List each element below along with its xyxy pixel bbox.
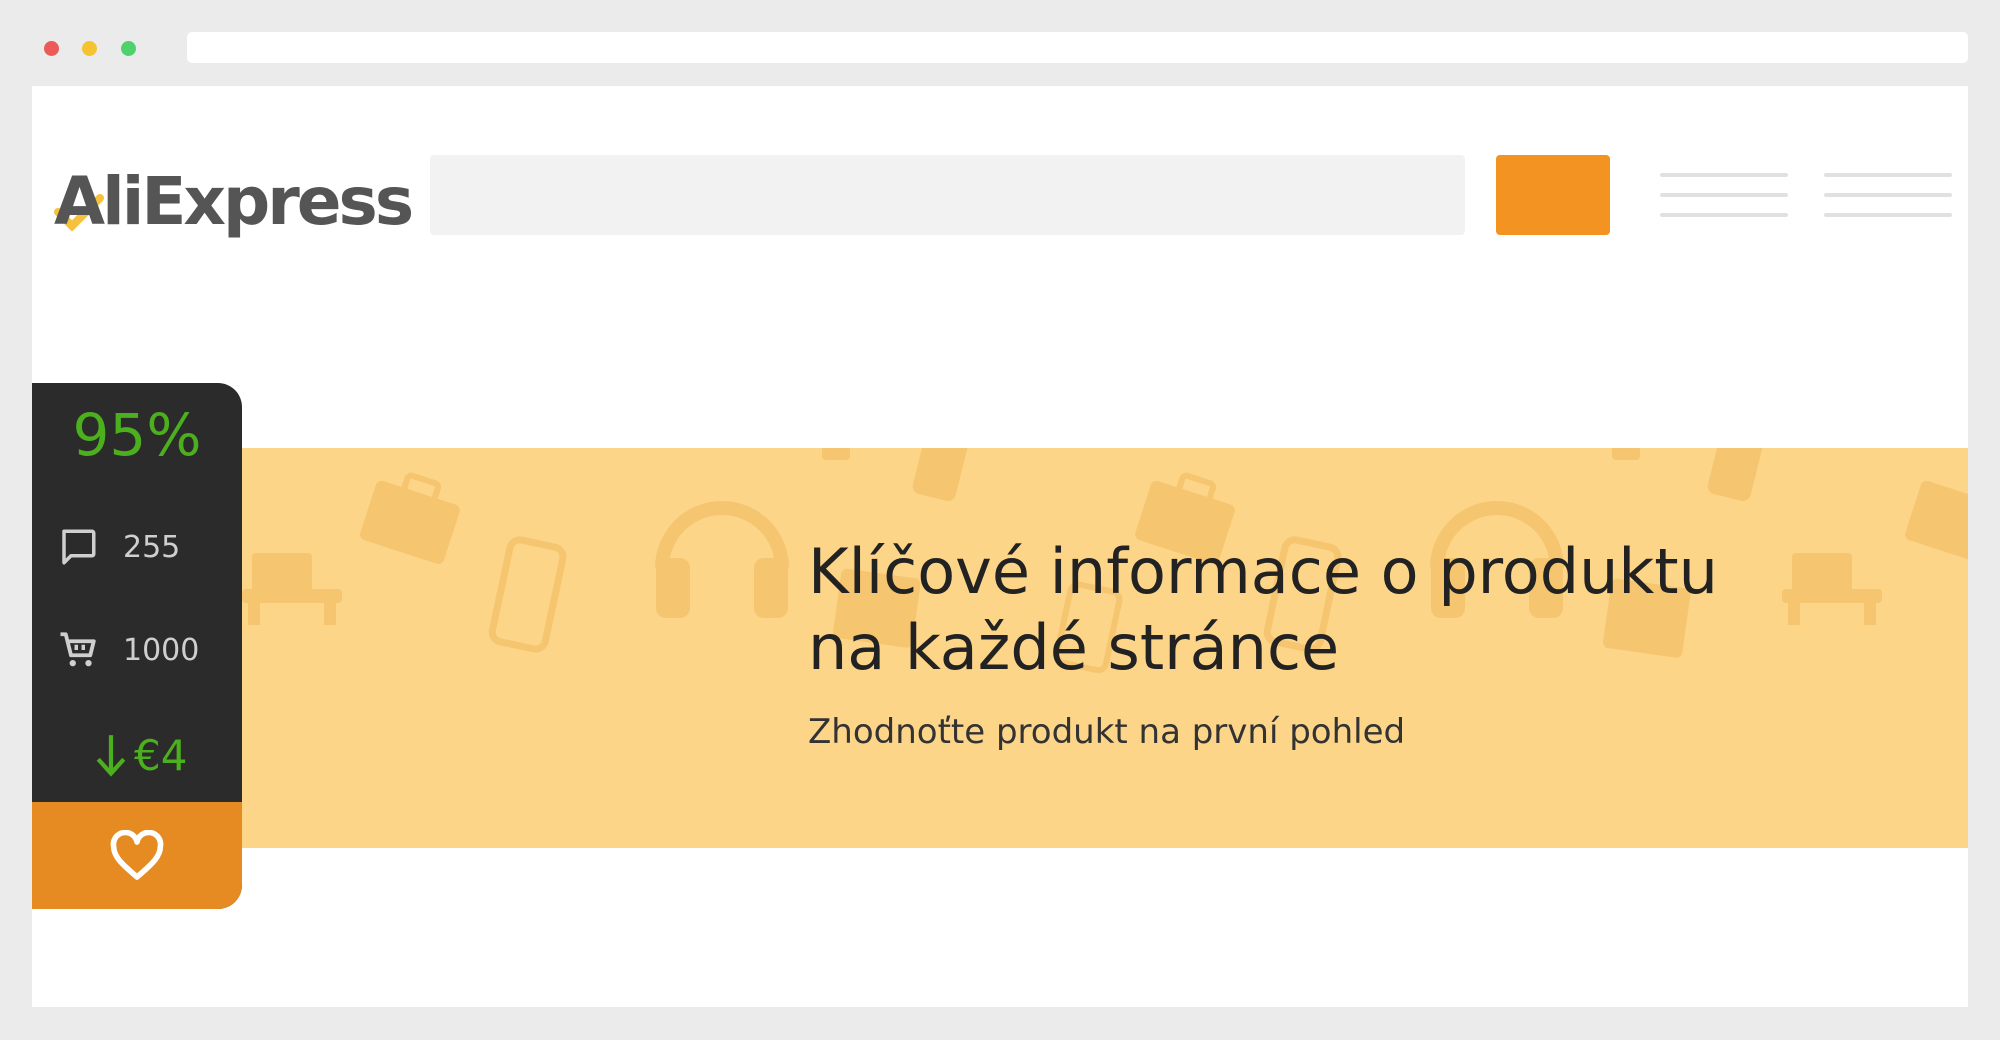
briefcase-icon [360,472,460,564]
aliexpress-logo[interactable]: AliExpress [54,156,414,246]
cart-icon [60,632,96,667]
maximize-window-dot[interactable] [121,41,136,56]
address-bar[interactable] [187,32,1968,63]
printer-icon [242,553,342,625]
seller-rating: 95% [72,401,202,469]
logo-text: AliExpress [54,162,414,240]
orders-count-row[interactable]: 1000 [57,626,199,674]
menu-placeholder-1[interactable] [1660,173,1788,219]
reviews-count-row[interactable]: 255 [57,523,180,571]
orders-count: 1000 [123,632,200,668]
reviews-count: 255 [123,529,181,565]
tablet-icon [1612,448,1640,460]
arrow-down-icon [96,735,126,777]
close-window-dot[interactable] [44,41,59,56]
tablet-icon [822,448,850,460]
heart-icon [110,829,164,880]
search-input[interactable] [430,155,1465,235]
headphones-icon [655,501,789,618]
briefcase-icon [1905,480,1968,564]
phone-icon [488,536,567,653]
banner-title-line2: na každé stránce [808,611,1340,684]
banner-title-line1: Klíčové informace o produktu [808,535,1718,608]
banner-subtitle: Zhodnoťte produkt na první pohled [808,712,1406,752]
page-viewport: AliExpress Klíčové informace o produktu … [32,86,1968,1007]
tablet-icon [912,448,968,501]
promo-banner: Klíčové informace o produktu na každé st… [242,448,1968,848]
banner-title: Klíčové informace o produktu na každé st… [808,534,1808,686]
menu-placeholder-2[interactable] [1824,173,1952,219]
product-info-widget: 95% 255 1000 €4 [32,383,242,909]
minimize-window-dot[interactable] [82,41,97,56]
search-button[interactable] [1496,155,1610,235]
tablet-icon [1707,448,1763,501]
add-to-wishlist-button[interactable] [32,802,242,909]
price-drop[interactable]: €4 [94,727,187,783]
price-drop-value: €4 [134,730,188,780]
comment-icon [62,529,96,565]
